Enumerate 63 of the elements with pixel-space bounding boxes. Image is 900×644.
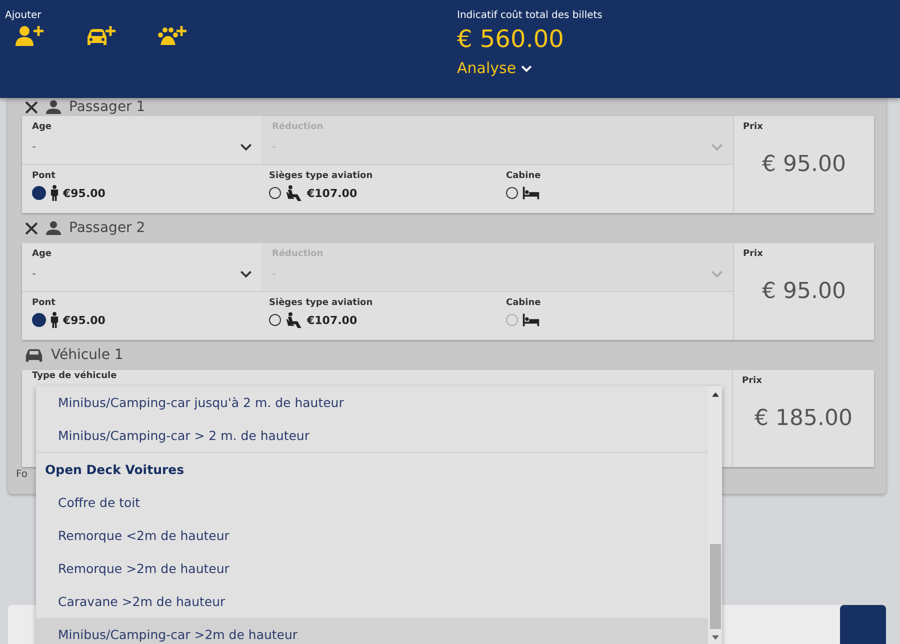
fare-radio[interactable] [32,313,46,327]
close-icon[interactable] [25,100,38,114]
analyse-toggle[interactable]: Analyse [457,59,532,77]
add-paw-icon[interactable] [157,25,188,47]
price-label: Prix [743,122,764,132]
fare-price: €107.00 [307,186,358,200]
fare-radio[interactable] [506,187,518,199]
passenger-title: Passager 2 [69,220,146,236]
dropdown-option[interactable]: Minibus/Camping-car jusqu'à 2 m. de hauteur [36,386,708,419]
fare-label: Pont [32,171,56,181]
fare-radio[interactable] [269,314,281,326]
fare-label: Pont [32,298,56,308]
standing-person-icon [50,185,59,201]
dropdown-option[interactable]: Caravane >2m de hauteur [36,585,708,618]
total-price: € 560.00 [457,25,565,53]
fare-price: €95.00 [63,314,106,326]
fare-label: Sièges type aviation [269,171,374,181]
scroll-down-icon[interactable] [712,635,718,640]
bed-icon [522,312,540,328]
chevron-icon [240,270,252,278]
standing-person-icon [50,312,59,328]
seat-icon [285,185,303,201]
fare-radio[interactable] [269,187,281,199]
chevron-icon [711,142,723,150]
vehicle-type-label: Type de véhicule [32,371,118,381]
scrollbar[interactable] [708,386,722,644]
dropdown-group-header: Open Deck Voitures [36,452,708,486]
fare-label: Cabine [506,171,542,181]
fare-price: €107.00 [307,314,358,326]
footer-text: Fo [16,469,28,480]
fare-label: Cabine [506,298,542,308]
scrollbar-thumb[interactable] [710,544,720,629]
fare-radio[interactable] [32,186,46,200]
fare-label: Sièges type aviation [269,298,374,308]
add-person-icon[interactable] [15,25,46,47]
car-icon [25,348,43,362]
dropdown-option[interactable]: Coffre de toit [36,486,708,519]
vehicle-title: Véhicule 1 [51,347,124,363]
price-label: Prix [742,376,763,386]
add-label: Ajouter [5,10,42,21]
add-car-icon[interactable] [86,25,117,47]
chevron-icon [521,64,532,72]
age-select[interactable]: Age - [22,243,262,291]
bed-icon [522,185,540,201]
total-label: Indicatif coût total des billets [457,10,604,21]
dropdown-option[interactable]: Remorque >2m de hauteur [36,552,708,585]
passenger-price: € 95.00 [761,152,847,177]
chevron-icon [240,142,252,150]
price-label: Prix [743,249,764,259]
close-icon[interactable] [25,222,38,234]
passenger-price: € 95.00 [761,279,847,304]
chevron-icon [711,270,723,278]
dropdown-option[interactable]: Minibus/Camping-car > 2 m. de hauteur [36,419,708,452]
person-icon [46,100,61,114]
scroll-up-icon[interactable] [712,392,718,397]
vehicle-price: € 185.00 [754,406,854,431]
dropdown-option[interactable]: Remorque <2m de hauteur [36,519,708,552]
fare-price: €95.00 [63,186,106,200]
person-icon [46,221,61,235]
age-select[interactable]: Age - [22,116,262,164]
dropdown-option[interactable]: Minibus/Camping-car >2m de hauteur [36,618,708,644]
passenger-title: Passager 1 [69,99,146,115]
seat-icon [285,312,303,328]
